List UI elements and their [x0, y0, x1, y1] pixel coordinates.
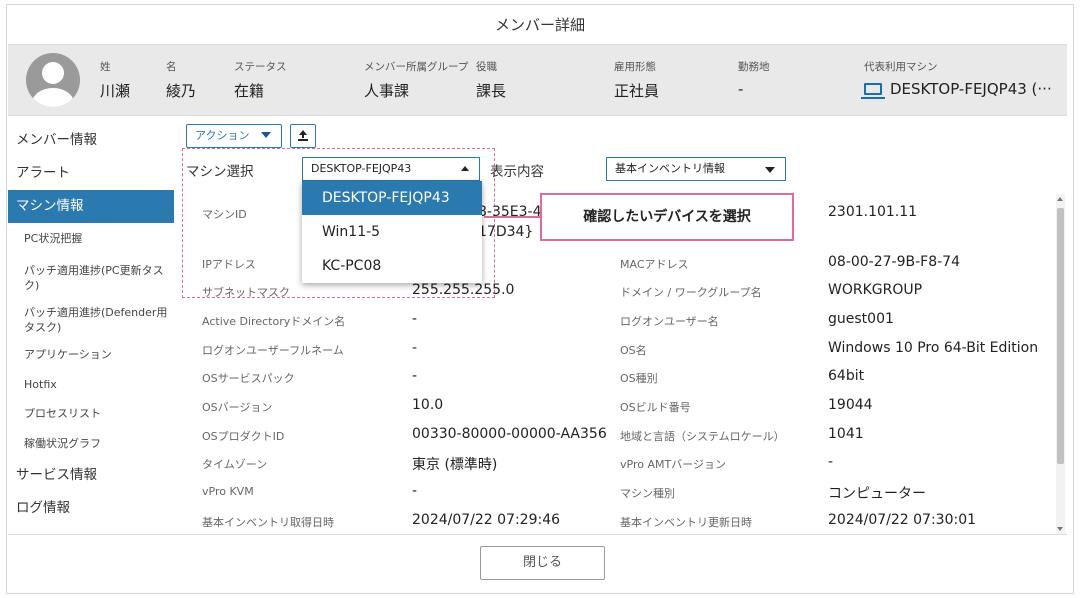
- sidebar-item-log-info[interactable]: ログ情報: [8, 492, 174, 525]
- field-first-name: 名 綾乃: [166, 61, 197, 100]
- detail-value: 17D34}: [478, 224, 534, 240]
- callout-annotation: 確認したいデバイスを選択: [540, 193, 794, 241]
- detail-value: -: [412, 483, 418, 499]
- sidebar-item-machine-info[interactable]: マシン情報: [8, 190, 174, 223]
- field-group: メンバー所属グループ 人事課: [364, 61, 469, 100]
- detail-value: コンピューター: [828, 486, 926, 502]
- sidebar-item-member-info[interactable]: メンバー情報: [8, 124, 174, 157]
- detail-key: IPアドレス: [202, 258, 256, 271]
- sidebar-item-applications[interactable]: アプリケーション: [8, 339, 174, 371]
- upload-icon: [298, 130, 308, 141]
- detail-value: 255.255.255.0: [412, 282, 515, 298]
- field-last-name: 姓 川瀬: [100, 61, 131, 100]
- sidebar-item-patch-pc[interactable]: パッチ適用進捗(PC更新タスク): [8, 255, 174, 301]
- detail-key: OSバージョン: [202, 401, 273, 414]
- field-workplace: 勤務地 -: [738, 61, 770, 98]
- footer-divider: [8, 534, 1067, 535]
- detail-value: -: [412, 311, 418, 327]
- sidebar: メンバー情報 アラート マシン情報 PC状況把握 パッチ適用進捗(PC更新タスク…: [8, 120, 174, 534]
- scroll-down-icon[interactable]: [1057, 527, 1063, 531]
- scroll-up-icon[interactable]: [1057, 197, 1063, 201]
- chevron-down-icon: [765, 167, 775, 173]
- detail-value: 00330-80000-00000-AA356: [412, 426, 607, 442]
- detail-value: 2024/07/22 07:30:01: [828, 512, 977, 528]
- detail-key: ログオンユーザー名: [620, 315, 719, 328]
- machine-select-label: マシン選択: [186, 164, 254, 180]
- detail-key: 地域と言語（システムロケール）: [620, 430, 785, 443]
- detail-key: ドメイン / ワークグループ名: [620, 286, 762, 299]
- field-position: 役職 課長: [476, 61, 507, 100]
- detail-key: OSプロダクトID: [202, 430, 285, 443]
- export-button[interactable]: [290, 124, 316, 148]
- sidebar-item-service-info[interactable]: サービス情報: [8, 459, 174, 492]
- detail-value: -: [412, 368, 418, 384]
- sidebar-item-patch-defender[interactable]: パッチ適用進捗(Defender用タスク): [8, 301, 174, 339]
- detail-key: サブネットマスク: [202, 286, 290, 299]
- field-employment: 雇用形態 正社員: [614, 61, 660, 100]
- chevron-down-icon: [260, 132, 271, 138]
- sidebar-item-process-list[interactable]: プロセスリスト: [8, 399, 174, 429]
- primary-machine-link[interactable]: DESKTOP-FEJQP43 (···: [861, 80, 1052, 99]
- sidebar-item-uptime-graph[interactable]: 稼働状況グラフ: [8, 429, 174, 459]
- detail-value: 東京 (標準時): [412, 457, 498, 473]
- callout-connector: [484, 216, 540, 218]
- sidebar-item-alert[interactable]: アラート: [8, 157, 174, 190]
- detail-value: 10.0: [412, 397, 444, 413]
- detail-key: タイムゾーン: [202, 458, 268, 471]
- detail-key: Active Directoryドメイン名: [202, 315, 346, 328]
- detail-key: OS名: [620, 344, 647, 357]
- display-content-select[interactable]: 基本インベントリ情報: [606, 157, 786, 181]
- machine-select-dropdown: DESKTOP-FEJQP43 Win11-5 KC-PC08: [302, 181, 482, 283]
- detail-key: MACアドレス: [620, 258, 689, 271]
- detail-value: -: [828, 454, 834, 470]
- detail-key: OSサービスパック: [202, 372, 295, 385]
- laptop-icon: [861, 83, 885, 99]
- detail-key: ログオンユーザーフルネーム: [202, 344, 344, 357]
- sidebar-item-pc-status[interactable]: PC状況把握: [8, 223, 174, 255]
- machine-option[interactable]: KC-PC08: [302, 249, 482, 283]
- detail-value: 1041: [828, 426, 864, 442]
- dialog-title: メンバー詳細: [494, 16, 585, 34]
- detail-value: 2024/07/22 07:29:46: [412, 512, 561, 528]
- detail-key: マシンID: [202, 208, 247, 221]
- detail-value: 08-00-27-9B-F8-74: [828, 254, 960, 270]
- sidebar-item-hotfix[interactable]: Hotfix: [8, 371, 174, 399]
- avatar: [26, 53, 80, 107]
- detail-key: マシン種別: [620, 487, 675, 500]
- field-primary-machine: 代表利用マシン DESKTOP-FEJQP43 (···: [861, 61, 1052, 99]
- detail-value: 19044: [828, 397, 873, 413]
- display-content-label: 表示内容: [490, 164, 544, 180]
- detail-value: WORKGROUP: [828, 282, 923, 298]
- detail-key: 基本インベントリ更新日時: [620, 516, 752, 529]
- machine-option[interactable]: Win11-5: [302, 215, 482, 249]
- detail-value: 2301.101.11: [828, 204, 918, 220]
- detail-value: guest001: [828, 311, 894, 327]
- detail-key: OS種別: [620, 372, 658, 385]
- detail-key: OSビルド番号: [620, 401, 691, 414]
- detail-value: Windows 10 Pro 64-Bit Edition: [828, 340, 1039, 356]
- detail-key: vPro KVM: [202, 485, 254, 498]
- action-button[interactable]: アクション: [186, 124, 282, 148]
- chevron-up-icon: [461, 166, 469, 171]
- detail-key: 基本インベントリ取得日時: [202, 516, 334, 529]
- field-status: ステータス 在籍: [234, 61, 287, 100]
- detail-value: 64bit: [828, 368, 865, 384]
- table-scrollbar[interactable]: [1056, 194, 1065, 534]
- detail-key: vPro AMTバージョン: [620, 458, 726, 471]
- machine-option[interactable]: DESKTOP-FEJQP43: [302, 181, 482, 215]
- detail-value: -: [412, 340, 418, 356]
- member-header: 姓 川瀬 名 綾乃 ステータス 在籍 メンバー所属グループ 人事課 役職 課長 …: [8, 44, 1067, 116]
- machine-select[interactable]: DESKTOP-FEJQP43: [302, 157, 480, 181]
- scroll-thumb[interactable]: [1057, 208, 1064, 464]
- close-button[interactable]: 閉じる: [480, 546, 605, 580]
